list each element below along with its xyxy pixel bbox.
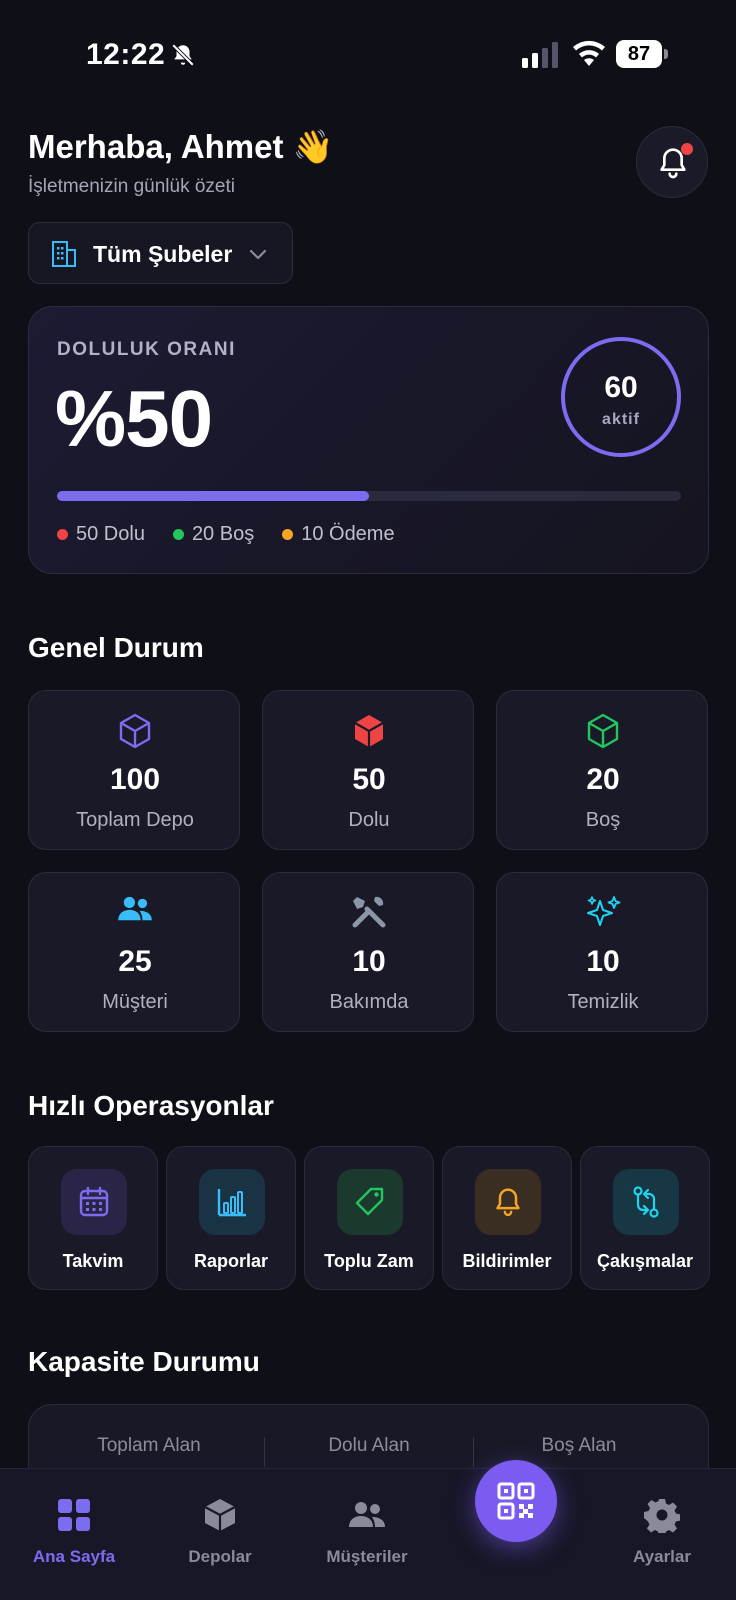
bell-icon xyxy=(475,1169,541,1235)
box-icon xyxy=(204,1499,236,1531)
quick-op-label: Raporlar xyxy=(193,1251,269,1271)
nav-settings-label: Ayarlar xyxy=(633,1547,691,1566)
stat-value: 50 xyxy=(352,763,386,796)
stat-value: 10 xyxy=(586,945,620,978)
nav-home-label: Ana Sayfa xyxy=(32,1547,116,1566)
nav-depots-label: Depolar xyxy=(188,1547,252,1566)
legend-item: 10 Ödeme xyxy=(282,523,395,546)
legend-item: 50 Dolu xyxy=(57,523,145,546)
qr-code-icon xyxy=(497,1482,535,1520)
legend-text: 50 Dolu xyxy=(76,523,145,545)
stat-value: 100 xyxy=(109,763,161,796)
legend-dot xyxy=(172,529,184,540)
chevron-down-icon xyxy=(249,249,267,260)
capacity-col-total: Toplam Alan xyxy=(97,1435,201,1456)
battery-percent: 87 xyxy=(627,43,651,65)
occupancy-value: %50 xyxy=(55,374,213,463)
bottom-nav: Ana Sayfa Depolar Müşteriler Ayarlar xyxy=(0,1468,736,1600)
stat-label: Toplam Depo xyxy=(76,809,194,831)
qr-scan-button[interactable] xyxy=(475,1460,557,1542)
status-time: 12:22 xyxy=(86,38,166,71)
swap-icon xyxy=(613,1169,679,1235)
occupancy-progress-track xyxy=(57,491,681,501)
users-icon xyxy=(29,895,241,931)
capacity-divider xyxy=(264,1437,265,1467)
stat-label: Müşteri xyxy=(102,991,168,1013)
legend-dot xyxy=(282,529,294,540)
stat-card[interactable]: 25 Müşteri xyxy=(28,872,240,1032)
cellular-signal-icon xyxy=(522,42,558,68)
quick-op-raporlar[interactable]: Raporlar xyxy=(166,1146,296,1290)
quick-op-label: Toplu Zam xyxy=(324,1251,414,1271)
tag-icon xyxy=(337,1169,403,1235)
legend-text: 10 Ödeme xyxy=(301,523,395,545)
capacity-col-used: Dolu Alan xyxy=(328,1435,410,1456)
status-bar: 12:22 87 xyxy=(0,0,736,110)
legend-text: 20 Boş xyxy=(191,523,255,545)
stat-label: Bakımda xyxy=(329,991,409,1013)
calendar-icon xyxy=(61,1169,127,1235)
active-count: 60 xyxy=(604,371,638,404)
notification-dot xyxy=(681,143,693,155)
quick-op-label: Bildirimler xyxy=(462,1251,552,1271)
legend-item: 20 Boş xyxy=(172,523,255,546)
quick-op-toplu-zam[interactable]: Toplu Zam xyxy=(304,1146,434,1290)
legend-dot xyxy=(57,529,68,540)
nav-depots[interactable]: Depolar xyxy=(160,1495,280,1567)
bar-chart-icon xyxy=(199,1169,265,1235)
stat-card[interactable]: 100 Toplam Depo xyxy=(28,690,240,850)
active-caption: aktif xyxy=(602,411,640,428)
nav-customers[interactable]: Müşteriler xyxy=(307,1495,427,1567)
nav-settings[interactable]: Ayarlar xyxy=(602,1495,722,1567)
gear-icon xyxy=(644,1499,680,1533)
cube-solid-icon xyxy=(263,713,475,749)
wifi-icon xyxy=(573,40,605,66)
users-icon xyxy=(349,1502,385,1527)
grid-icon xyxy=(58,1499,90,1531)
capacity-title: Kapasite Durumu xyxy=(28,1346,260,1377)
general-status-title: Genel Durum xyxy=(28,632,204,663)
stat-value: 10 xyxy=(352,945,386,978)
capacity-col-free: Boş Alan xyxy=(541,1435,617,1456)
notifications-button[interactable] xyxy=(636,126,708,198)
building-icon xyxy=(52,241,76,267)
greeting-subtitle: İşletmenizin günlük özeti xyxy=(28,176,235,197)
nav-home[interactable]: Ana Sayfa xyxy=(14,1495,134,1567)
tools-icon xyxy=(263,895,475,931)
sparkles-icon xyxy=(497,895,709,931)
stat-label: Boş xyxy=(585,809,621,831)
occupancy-legend: 50 Dolu 20 Boş 10 Ödeme xyxy=(57,523,395,546)
occupancy-progress-fill xyxy=(57,491,369,501)
stat-card[interactable]: 20 Boş xyxy=(496,690,708,850)
occupancy-card[interactable]: DOLULUK ORANI %50 60 aktif 50 Dolu 20 Boş… xyxy=(28,306,709,574)
quick-op-takvim[interactable]: Takvim xyxy=(28,1146,158,1290)
stat-value: 20 xyxy=(586,763,620,796)
active-count-ring: 60 aktif xyxy=(561,337,681,457)
stat-card[interactable]: 10 Bakımda xyxy=(262,872,474,1032)
cube-outline-icon xyxy=(29,713,241,749)
stat-label: Dolu xyxy=(348,809,390,831)
quick-op-bildirimler[interactable]: Bildirimler xyxy=(442,1146,572,1290)
branch-select-label: Tüm Şubeler xyxy=(93,241,233,267)
occupancy-label: DOLULUK ORANI xyxy=(57,339,236,360)
greeting-title: Merhaba, Ahmet 👋 xyxy=(28,128,334,165)
quick-op-label: Çakışmalar xyxy=(596,1251,694,1271)
stat-card[interactable]: 50 Dolu xyxy=(262,690,474,850)
cube-outline-icon xyxy=(497,713,709,749)
stat-card[interactable]: 10 Temizlik xyxy=(496,872,708,1032)
nav-customers-label: Müşteriler xyxy=(326,1547,408,1566)
quick-op-label: Takvim xyxy=(62,1251,124,1271)
stat-label: Temizlik xyxy=(567,991,639,1013)
capacity-divider xyxy=(473,1437,474,1467)
branch-select[interactable]: Tüm Şubeler xyxy=(28,222,293,284)
quick-op-çakışmalar[interactable]: Çakışmalar xyxy=(580,1146,710,1290)
battery-indicator: 87 xyxy=(616,40,668,68)
bell-muted-icon xyxy=(171,43,195,67)
quick-ops-title: Hızlı Operasyonlar xyxy=(28,1090,274,1121)
stat-value: 25 xyxy=(118,945,152,978)
